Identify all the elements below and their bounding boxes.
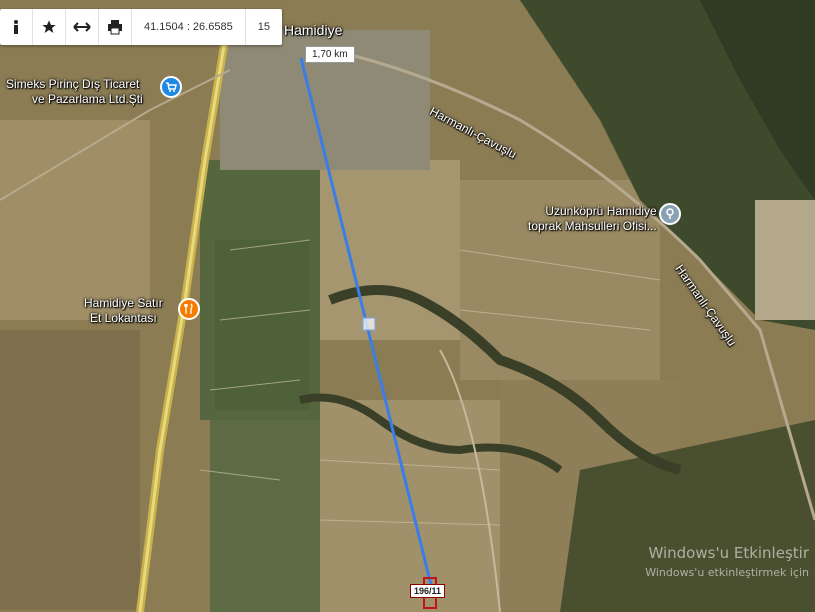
village-label: Hamidiye <box>284 22 343 38</box>
activation-watermark-text: Windows'u etkinleştirmek için <box>645 566 809 579</box>
measure-icon[interactable] <box>66 9 98 45</box>
location-pin-icon[interactable] <box>659 203 681 225</box>
activation-watermark-title: Windows'u Etkinleştir <box>648 544 809 562</box>
info-icon[interactable] <box>0 9 32 45</box>
distance-label: 1,70 km <box>305 46 355 63</box>
restaurant-label-line1: Hamidiye Satır <box>84 296 163 310</box>
coordinates-readout: 41.1504 : 26.6585 <box>144 21 233 33</box>
parcel-label[interactable]: 196/11 <box>410 584 446 598</box>
zoom-level: 15 <box>257 21 270 33</box>
office-label-line2: toprak Mahsulleri Ofisi... <box>528 219 657 233</box>
restaurant-label[interactable]: Hamidiye Satır Et Lokantası <box>84 296 163 326</box>
company-label-line1: Simeks Pirinç Dış Ticaret <box>6 77 140 91</box>
map-toolbar: 41.1504 : 26.6585 15 <box>0 9 282 45</box>
company-label-line2: ve Pazarlama Ltd.Şti <box>32 92 143 106</box>
office-label[interactable]: Uzunköprü Hamidiye toprak Mahsulleri Ofi… <box>528 204 657 234</box>
restaurant-label-line2: Et Lokantası <box>89 311 157 325</box>
office-label-line1: Uzunköprü Hamidiye <box>545 204 657 218</box>
company-label[interactable]: Simeks Pirinç Dış Ticaret ve Pazarlama L… <box>6 77 143 107</box>
print-icon[interactable] <box>99 9 131 45</box>
star-icon[interactable] <box>33 9 65 45</box>
shopping-cart-icon[interactable] <box>160 76 182 98</box>
restaurant-icon[interactable] <box>178 298 200 320</box>
